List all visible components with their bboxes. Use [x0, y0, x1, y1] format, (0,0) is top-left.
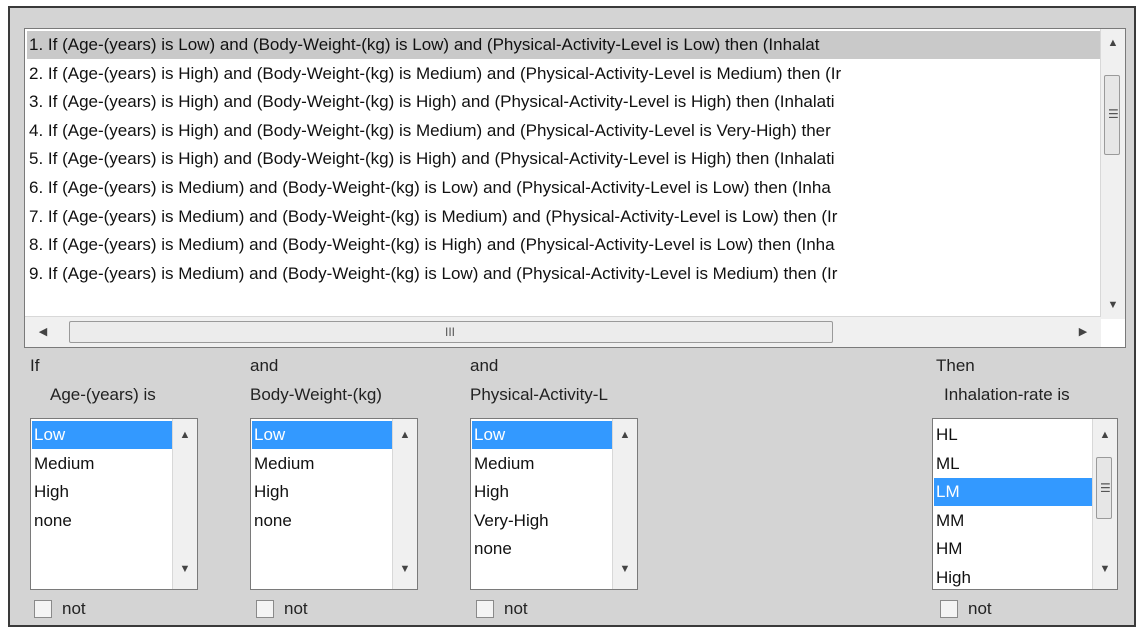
rule-row[interactable]: 2. If (Age-(years) is High) and (Body-We…	[27, 60, 841, 88]
list-item[interactable]: High	[934, 564, 971, 589]
scroll-thumb[interactable]: ☰	[1096, 457, 1112, 519]
list-item[interactable]: Medium	[252, 450, 314, 478]
scroll-right-icon[interactable]: ▶	[1075, 324, 1091, 340]
scroll-up-icon[interactable]: ▲	[177, 427, 193, 443]
grip-icon: III	[445, 325, 456, 339]
list-scrollbar[interactable]: ▲ ▼	[172, 419, 197, 589]
scroll-down-icon[interactable]: ▼	[177, 561, 193, 577]
and-connector-label: and	[470, 356, 499, 375]
inhalation-rate-not-checkbox[interactable]	[940, 600, 958, 618]
list-item[interactable]: LM	[934, 478, 1094, 507]
physical-activity-not-checkbox[interactable]	[476, 600, 494, 618]
if-connector-label: If	[30, 356, 40, 375]
body-weight-label: Body-Weight-(kg)	[250, 385, 382, 404]
grip-icon: ☰	[1100, 481, 1111, 495]
scroll-up-icon[interactable]: ▲	[397, 427, 413, 443]
rule-row[interactable]: 1. If (Age-(years) is Low) and (Body-Wei…	[27, 31, 1101, 59]
rule-list[interactable]: 1. If (Age-(years) is Low) and (Body-Wei…	[24, 28, 1126, 348]
then-connector-label: Then	[936, 356, 975, 375]
list-item[interactable]: Medium	[32, 450, 94, 478]
scroll-down-icon[interactable]: ▼	[1097, 561, 1113, 577]
inhalation-rate-options-list[interactable]: HL ML LM MM HM High ▲ ☰ ▼	[932, 418, 1118, 590]
scroll-up-icon[interactable]: ▲	[1097, 427, 1113, 443]
list-item[interactable]: MM	[934, 507, 964, 535]
list-item[interactable]: Very-High	[472, 507, 549, 535]
rule-row[interactable]: 5. If (Age-(years) is High) and (Body-We…	[27, 145, 835, 173]
body-weight-not-checkbox[interactable]	[256, 600, 274, 618]
scroll-down-icon[interactable]: ▼	[397, 561, 413, 577]
rule-row[interactable]: 4. If (Age-(years) is High) and (Body-We…	[27, 117, 831, 145]
rule-row[interactable]: 6. If (Age-(years) is Medium) and (Body-…	[27, 174, 831, 202]
scroll-thumb[interactable]: ☰	[1104, 75, 1120, 155]
list-scrollbar[interactable]: ▲ ▼	[612, 419, 637, 589]
list-item[interactable]: High	[472, 478, 509, 506]
age-options-list[interactable]: Low Medium High none ▲ ▼	[30, 418, 198, 590]
age-not-checkbox[interactable]	[34, 600, 52, 618]
age-not-label: not	[62, 599, 86, 618]
list-item[interactable]: Low	[32, 421, 174, 449]
list-item[interactable]: HL	[934, 421, 958, 449]
physical-activity-options-list[interactable]: Low Medium High Very-High none ▲ ▼	[470, 418, 638, 590]
body-weight-not-label: not	[284, 599, 308, 618]
list-item[interactable]: Medium	[472, 450, 534, 478]
list-item[interactable]: ML	[934, 450, 960, 478]
body-weight-options-list[interactable]: Low Medium High none ▲ ▼	[250, 418, 418, 590]
rule-row[interactable]: 8. If (Age-(years) is Medium) and (Body-…	[27, 231, 835, 259]
list-item[interactable]: High	[252, 478, 289, 506]
inhalation-rate-label: Inhalation-rate is	[944, 385, 1070, 404]
scroll-down-icon[interactable]: ▼	[617, 561, 633, 577]
age-label: Age-(years) is	[50, 385, 156, 404]
and-connector-label: and	[250, 356, 279, 375]
list-item[interactable]: none	[32, 507, 72, 535]
grip-icon: ☰	[1108, 107, 1119, 121]
rule-list-horizontal-scrollbar[interactable]: ◀ III ▶	[25, 316, 1101, 347]
rule-row[interactable]: 7. If (Age-(years) is Medium) and (Body-…	[27, 203, 837, 231]
scroll-up-icon[interactable]: ▲	[617, 427, 633, 443]
rule-items: 1. If (Age-(years) is Low) and (Body-Wei…	[25, 29, 1101, 319]
inhalation-rate-not-label: not	[968, 599, 992, 618]
rule-row[interactable]: 9. If (Age-(years) is Medium) and (Body-…	[27, 260, 837, 288]
scroll-up-icon[interactable]: ▲	[1105, 35, 1121, 51]
list-scrollbar[interactable]: ▲ ▼	[392, 419, 417, 589]
horizontal-scroll-thumb[interactable]: III	[69, 321, 833, 343]
physical-activity-not-label: not	[504, 599, 528, 618]
scroll-left-icon[interactable]: ◀	[35, 324, 51, 340]
rule-list-vertical-scrollbar[interactable]: ▲ ☰ ▼	[1100, 29, 1125, 319]
list-item[interactable]: none	[252, 507, 292, 535]
list-item[interactable]: High	[32, 478, 69, 506]
rule-row[interactable]: 3. If (Age-(years) is High) and (Body-We…	[27, 88, 835, 116]
list-item[interactable]: Low	[252, 421, 394, 449]
list-item[interactable]: Low	[472, 421, 614, 449]
list-item[interactable]: none	[472, 535, 512, 563]
physical-activity-label: Physical-Activity-L	[470, 385, 608, 404]
scroll-down-icon[interactable]: ▼	[1105, 297, 1121, 313]
list-scrollbar[interactable]: ▲ ☰ ▼	[1092, 419, 1117, 589]
list-item[interactable]: HM	[934, 535, 962, 563]
